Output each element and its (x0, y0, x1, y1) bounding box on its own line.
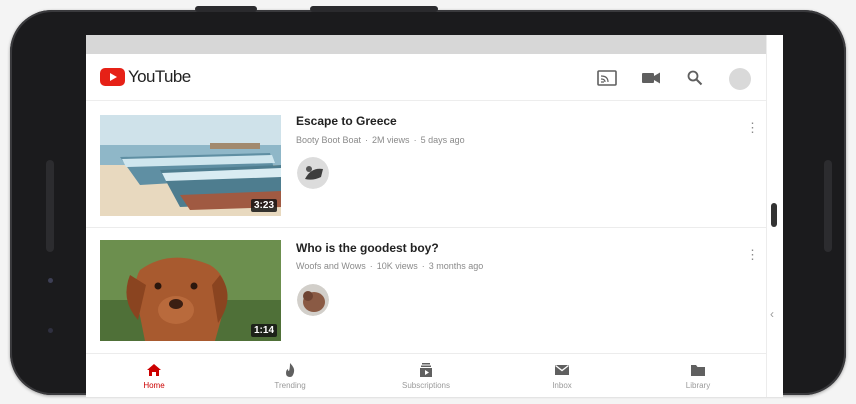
video-thumbnail[interactable]: 1:14 (100, 240, 281, 341)
mail-icon (555, 364, 569, 375)
video-title[interactable]: Escape to Greece (296, 114, 397, 128)
youtube-play-icon (100, 68, 125, 86)
youtube-logo[interactable]: YouTube (100, 67, 191, 87)
video-title[interactable]: Who is the goodest boy? (296, 241, 439, 255)
phone-frame: YouTube 3:23 Escape to Greece Booty Boot… (10, 6, 846, 397)
nav-label: Subscriptions (401, 381, 451, 390)
video-meta: Woofs and Wows · 10K views · 3 months ago (296, 261, 484, 271)
channel-name[interactable]: Booty Boot Boat (296, 135, 361, 145)
status-bar (86, 35, 767, 54)
camera-icon[interactable] (640, 67, 662, 89)
channel-name[interactable]: Woofs and Wows (296, 261, 366, 271)
scroll-handle[interactable] (771, 203, 777, 227)
view-count: 2M views (372, 135, 410, 145)
more-options-icon[interactable]: ⋮ (746, 121, 759, 134)
nav-label: Inbox (552, 381, 572, 390)
video-item[interactable]: 1:14 Who is the goodest boy? Woofs and W… (86, 227, 767, 346)
view-count: 10K views (376, 261, 418, 271)
back-chevron-icon[interactable]: ‹ (770, 307, 774, 321)
speaker-left (46, 160, 54, 252)
channel-avatar[interactable] (297, 284, 329, 316)
cast-icon[interactable] (596, 67, 618, 89)
channel-avatar[interactable] (297, 157, 329, 189)
nav-inbox[interactable]: Inbox (494, 354, 630, 397)
video-duration: 1:14 (250, 324, 277, 337)
speaker-right (824, 160, 832, 252)
video-meta: Booty Boot Boat · 2M views · 5 days ago (296, 135, 465, 145)
nav-subscriptions[interactable]: Subscriptions (358, 354, 494, 397)
subscriptions-icon (420, 363, 432, 377)
sensor (48, 328, 53, 333)
bottom-navigation: Home Trending Subscriptions Inbox Librar… (86, 353, 767, 397)
video-duration: 3:23 (250, 199, 277, 212)
home-icon (147, 364, 161, 376)
nav-label: Trending (274, 381, 306, 390)
screen: YouTube 3:23 Escape to Greece Booty Boot… (86, 35, 783, 397)
video-thumbnail[interactable]: 3:23 (100, 115, 281, 216)
search-icon[interactable] (684, 67, 706, 89)
video-item[interactable]: 3:23 Escape to Greece Booty Boot Boat · 2M… (86, 101, 767, 219)
front-camera (48, 278, 53, 283)
flame-icon (286, 363, 295, 377)
volume-button (195, 6, 257, 12)
nav-label: Home (143, 381, 165, 390)
logo-text: YouTube (128, 67, 191, 86)
power-button (310, 6, 438, 12)
upload-age: 5 days ago (420, 135, 465, 145)
app-bar: YouTube (86, 54, 767, 101)
nav-library[interactable]: Library (630, 354, 766, 397)
nav-home[interactable]: Home (86, 354, 222, 397)
nav-trending[interactable]: Trending (222, 354, 358, 397)
nav-label: Library (685, 381, 711, 390)
system-side-bar: ‹ (766, 35, 783, 397)
account-avatar[interactable] (729, 68, 751, 90)
more-options-icon[interactable]: ⋮ (746, 248, 759, 261)
folder-icon (691, 365, 705, 376)
upload-age: 3 months ago (428, 261, 484, 271)
